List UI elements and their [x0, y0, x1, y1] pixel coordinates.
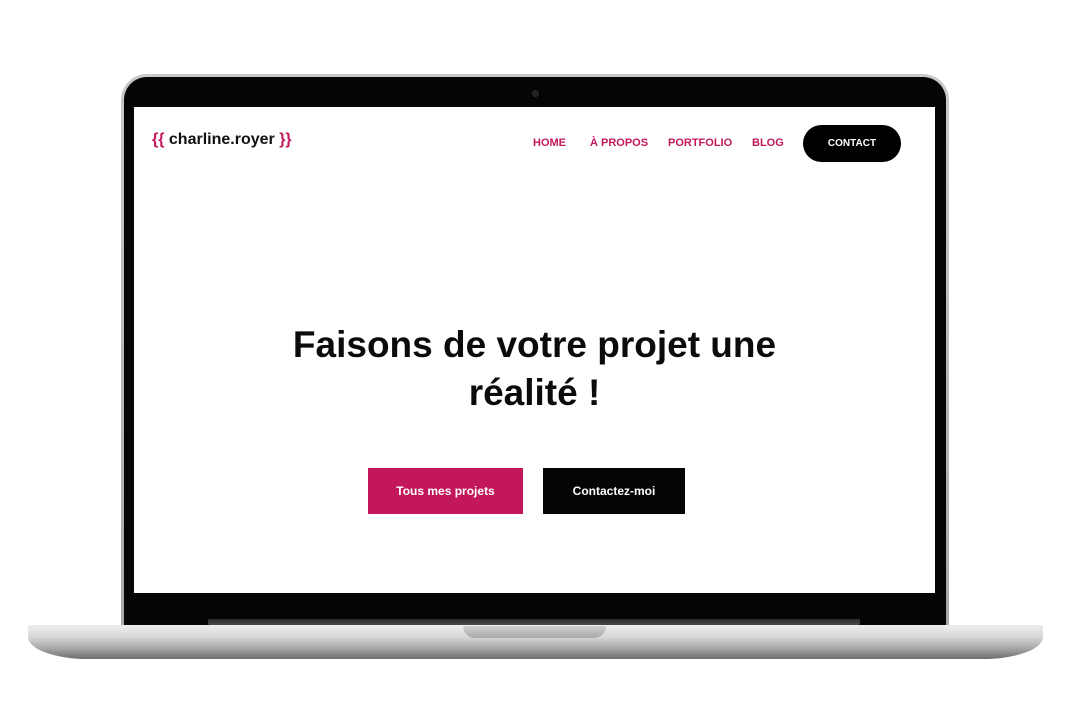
- hero-title-line-1: Faisons de votre projet une: [292, 324, 777, 365]
- all-projects-button[interactable]: Tous mes projets: [368, 468, 523, 514]
- logo-name: charline.royer: [168, 131, 275, 148]
- logo-open-brace: {{: [152, 131, 165, 148]
- nav-link-a-propos[interactable]: À PROPOS: [590, 137, 648, 149]
- contact-me-button[interactable]: Contactez-moi: [543, 468, 685, 514]
- laptop-opening-notch: [463, 626, 606, 638]
- hero-title-line-2: réalité !: [468, 372, 601, 413]
- camera-icon: [532, 90, 539, 97]
- website-screen: {{ charline.royer }} HOME À PROPOS PORTF…: [134, 107, 935, 593]
- logo-close-brace: }}: [279, 131, 292, 148]
- hero-title: Faisons de votre projet une réalité !: [134, 321, 935, 417]
- nav-link-home[interactable]: HOME: [533, 137, 566, 149]
- nav-link-portfolio[interactable]: PORTFOLIO: [668, 137, 732, 149]
- site-logo[interactable]: {{ charline.royer }}: [152, 131, 292, 149]
- laptop-mockup: {{ charline.royer }} HOME À PROPOS PORTF…: [0, 0, 1069, 719]
- nav-link-blog[interactable]: BLOG: [752, 137, 784, 149]
- contact-button[interactable]: CONTACT: [803, 125, 901, 162]
- screen-bottom-bezel: [134, 593, 935, 617]
